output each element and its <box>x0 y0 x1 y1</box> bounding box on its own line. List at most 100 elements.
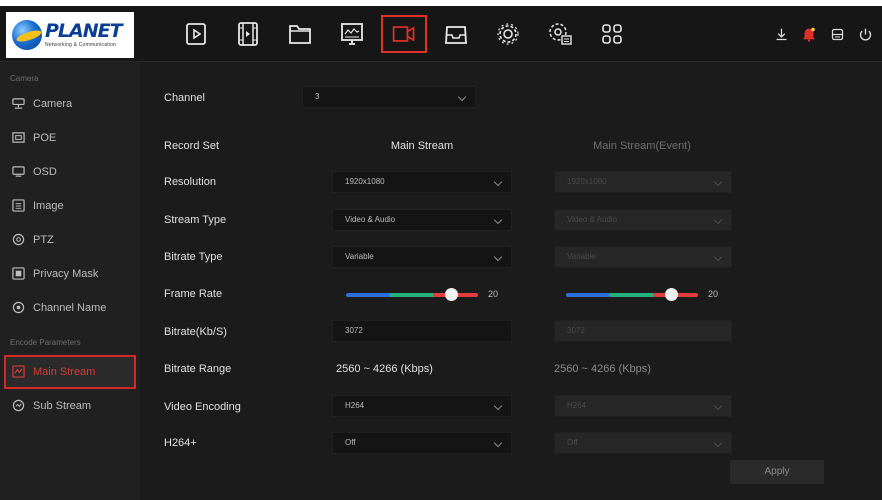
system-settings-icon[interactable] <box>534 6 586 62</box>
slider-handle[interactable] <box>445 288 458 301</box>
poe-icon <box>12 131 26 145</box>
channel-name-icon <box>12 301 26 315</box>
main-panel: Channel 3 Record Set Main Stream Main St… <box>140 63 882 500</box>
bitrate-label: Bitrate(Kb/S) <box>164 326 227 338</box>
sidebar-item-channel-name[interactable]: Channel Name <box>0 291 140 325</box>
sidebar-item-sub-stream[interactable]: Sub Stream <box>0 389 140 423</box>
event-resolution-select: 1920x1080 <box>554 171 732 193</box>
channel-label: Channel <box>164 92 205 104</box>
sidebar: Camera Camera POE OSD Image PTZ Privacy … <box>0 63 140 500</box>
video-encoding-value: H264 <box>345 401 365 410</box>
sidebar-item-image[interactable]: Image <box>0 189 140 223</box>
bitrate-type-label: Bitrate Type <box>164 251 223 263</box>
channel-value: 3 <box>315 92 320 101</box>
chevron-down-icon <box>493 215 503 225</box>
camera-icon <box>12 97 26 111</box>
chevron-down-icon <box>493 252 503 262</box>
apps-grid-icon[interactable] <box>586 6 638 62</box>
monitor-icon[interactable] <box>326 6 378 62</box>
chevron-down-icon <box>493 177 503 187</box>
event-resolution-value: 1920x1080 <box>567 177 607 186</box>
frame-rate-label: Frame Rate <box>164 288 223 300</box>
settings-gear-icon[interactable] <box>482 6 534 62</box>
h264plus-select[interactable]: Off <box>332 432 512 454</box>
brand-name: PLANET <box>45 20 123 42</box>
sidebar-item-camera[interactable]: Camera <box>0 87 140 121</box>
slider-track <box>566 293 698 297</box>
osd-icon <box>12 165 26 179</box>
download-icon[interactable] <box>772 25 790 43</box>
bitrate-value: 3072 <box>345 326 363 335</box>
chevron-down-icon <box>713 215 723 225</box>
event-stream-type-value: Video & Audio <box>567 215 618 224</box>
video-encoding-select[interactable]: H264 <box>332 395 512 417</box>
ptz-icon <box>12 233 26 247</box>
event-frame-rate-value: 20 <box>708 289 719 299</box>
video-clip-icon[interactable] <box>222 6 274 62</box>
bitrate-type-select[interactable]: Variable <box>332 246 512 268</box>
globe-logo-icon <box>12 20 42 50</box>
status-icons <box>772 6 874 62</box>
video-encoding-label: Video Encoding <box>164 401 241 413</box>
bitrate-input[interactable]: 3072 <box>332 320 512 342</box>
main-stream-column-title: Main Stream <box>390 140 454 152</box>
sidebar-item-main-stream[interactable]: Main Stream <box>4 355 136 389</box>
event-h264plus-select: Off <box>554 432 732 454</box>
event-bitrate-range-value: 2560 ~ 4266 (Kbps) <box>554 363 651 375</box>
slider-track <box>346 293 478 297</box>
stream-type-select[interactable]: Video & Audio <box>332 209 512 231</box>
resolution-label: Resolution <box>164 176 216 188</box>
storage-drive-icon[interactable] <box>430 6 482 62</box>
alarm-bell-icon[interactable] <box>800 25 818 43</box>
brand-logo: PLANET Networking & Communication <box>6 12 134 58</box>
record-set-label: Record Set <box>164 140 220 152</box>
resolution-value: 1920x1080 <box>345 177 385 186</box>
stream-type-label: Stream Type <box>164 214 227 226</box>
image-icon <box>12 199 26 213</box>
event-video-encoding-select: H264 <box>554 395 732 417</box>
resolution-select[interactable]: 1920x1080 <box>332 171 512 193</box>
chevron-down-icon <box>713 177 723 187</box>
sidebar-item-label: POE <box>33 132 57 144</box>
sidebar-item-label: Channel Name <box>33 302 107 314</box>
bitrate-range-label: Bitrate Range <box>164 363 232 375</box>
event-bitrate-value: 3072 <box>567 326 585 335</box>
top-bar: PLANET Networking & Communication <box>0 6 882 62</box>
device-icon[interactable] <box>828 25 846 43</box>
h264plus-label: H264+ <box>164 437 197 449</box>
sidebar-item-label: PTZ <box>33 234 54 246</box>
event-stream-column-title: Main Stream(Event) <box>593 140 691 152</box>
bitrate-range-value: 2560 ~ 4266 (Kbps) <box>336 363 433 375</box>
apply-button[interactable]: Apply <box>730 460 824 484</box>
frame-rate-slider[interactable]: 20 <box>346 288 516 302</box>
chevron-down-icon <box>713 252 723 262</box>
event-bitrate-type-select: Variable <box>554 246 732 268</box>
frame-rate-value: 20 <box>488 289 499 299</box>
folder-icon[interactable] <box>274 6 326 62</box>
event-frame-rate-slider[interactable]: 20 <box>566 288 736 302</box>
playback-icon[interactable] <box>170 6 222 62</box>
chevron-down-icon <box>493 401 503 411</box>
h264plus-value: Off <box>345 438 356 447</box>
sidebar-item-ptz[interactable]: PTZ <box>0 223 140 257</box>
section-title-encode: Encode Parameters <box>10 338 81 347</box>
sub-stream-icon <box>12 399 26 413</box>
main-nav <box>170 6 638 62</box>
bitrate-type-value: Variable <box>345 252 374 261</box>
sidebar-item-label: Sub Stream <box>33 400 92 412</box>
sidebar-item-label: Image <box>33 200 64 212</box>
chevron-down-icon <box>457 92 467 102</box>
slider-handle[interactable] <box>665 288 678 301</box>
sidebar-item-label: OSD <box>33 166 57 178</box>
app-window: PLANET Networking & Communication Camera… <box>0 6 882 500</box>
sidebar-item-label: Privacy Mask <box>33 268 99 280</box>
record-camera-icon[interactable] <box>378 6 430 62</box>
chevron-down-icon <box>493 438 503 448</box>
chevron-down-icon <box>713 401 723 411</box>
power-icon[interactable] <box>856 25 874 43</box>
sidebar-item-osd[interactable]: OSD <box>0 155 140 189</box>
channel-select[interactable]: 3 <box>302 86 476 108</box>
sidebar-item-privacy-mask[interactable]: Privacy Mask <box>0 257 140 291</box>
event-video-encoding-value: H264 <box>567 401 587 410</box>
sidebar-item-poe[interactable]: POE <box>0 121 140 155</box>
